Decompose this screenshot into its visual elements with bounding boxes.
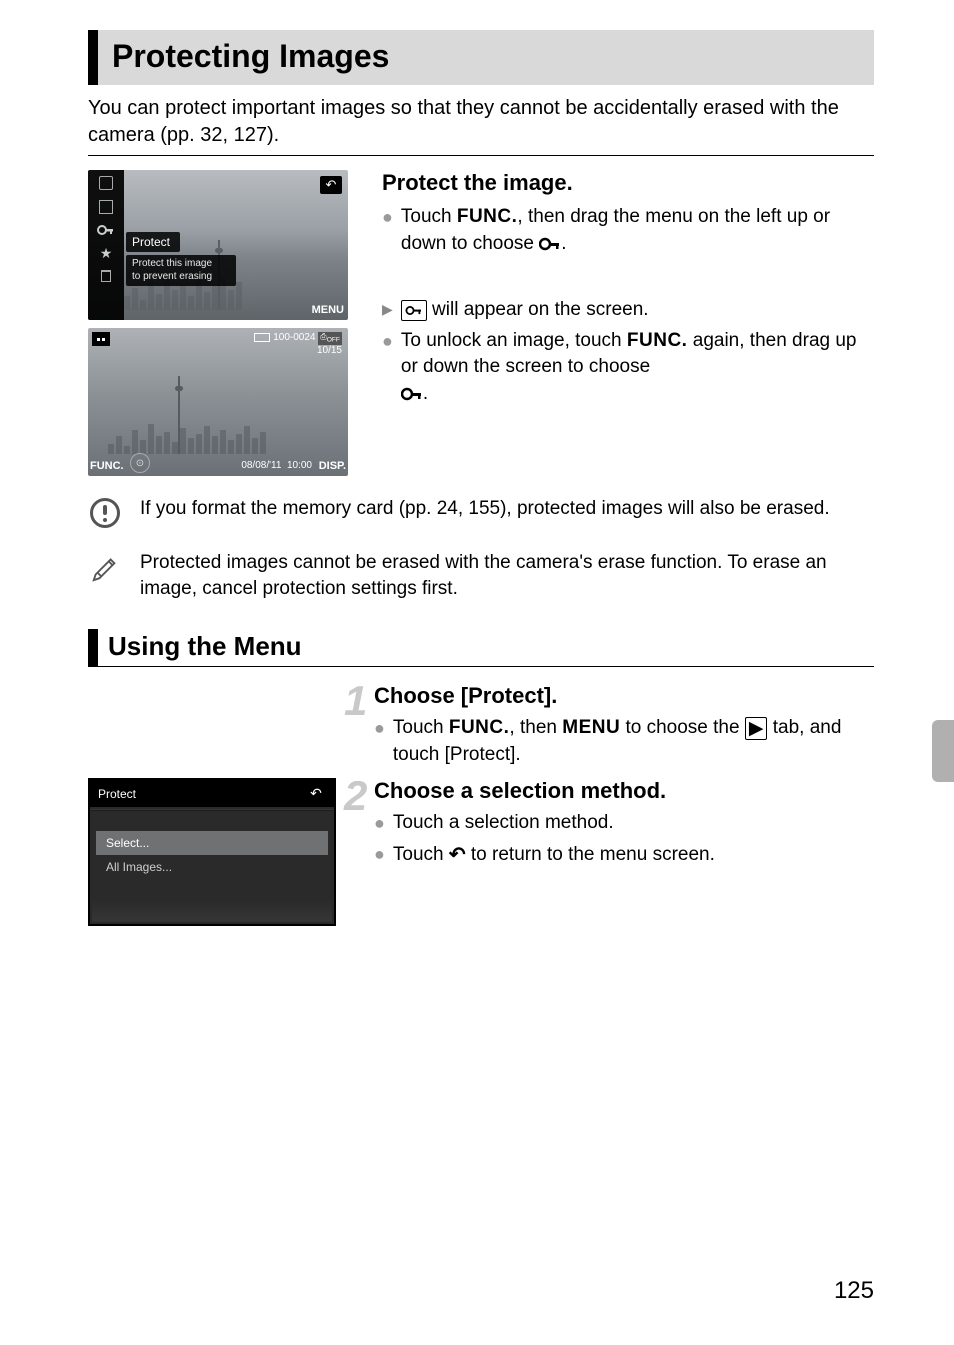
page-title: Protecting Images <box>112 38 860 75</box>
warning-callout: If you format the memory card (pp. 24, 1… <box>88 496 874 530</box>
bullet-dot-icon: ● <box>374 810 385 837</box>
datetime-overlay: 08/08/'11 10:00 <box>241 460 312 471</box>
playback-tab-icon: ▶ <box>745 717 768 740</box>
screenshot-column: ★ ↶ Protect Protect this imageto prevent… <box>88 170 348 476</box>
return-icon: ↶ <box>320 176 342 194</box>
loff-indicator: ⎙OFF <box>318 332 342 345</box>
protected-badge-icon: ⊙ <box>130 453 150 473</box>
instruction-bullet: ● Touch FUNC., then drag the menu on the… <box>382 204 874 257</box>
bullet-dot-icon: ● <box>382 204 393 257</box>
protect-menu-title: Protect <box>98 787 136 801</box>
overview-icon <box>99 176 113 190</box>
trash-icon <box>101 270 111 282</box>
disp-button-label: DISP. <box>319 460 346 472</box>
protect-key-icon <box>97 224 115 236</box>
return-icon: ↶ <box>306 785 326 802</box>
step-number-2: 2 <box>344 772 367 820</box>
instruction-text: Touch FUNC., then MENU to choose the ▶ t… <box>393 715 874 768</box>
instruction-text: Touch FUNC., then drag the menu on the l… <box>401 204 874 257</box>
playback-info-overlay: 100-0024 ⎙OFF 10/15 <box>254 332 342 357</box>
folder-file-number: 100-0024 <box>273 332 315 343</box>
protect-key-icon <box>539 237 561 251</box>
step2-content: 2 Choose a selection method. ● Touch a s… <box>374 778 874 873</box>
instruction-bullet: ● To unlock an image, touch FUNC. again,… <box>382 328 874 408</box>
protect-tooltip: Protect Protect this imageto prevent era… <box>126 232 236 286</box>
func-label: FUNC. <box>449 717 510 738</box>
instruction-bullet: ● Touch a selection method. <box>374 810 874 837</box>
note-pencil-icon <box>88 550 122 584</box>
menu-button-label: MENU <box>312 304 344 316</box>
image-index: 10/15 <box>317 345 342 356</box>
return-arrow-icon: ↶ <box>449 841 466 869</box>
instruction-bullet: ● Touch FUNC., then MENU to choose the ▶… <box>374 715 874 768</box>
screenshot-playback: 100-0024 ⎙OFF 10/15 FUNC. ⊙ 08/08/'11 10… <box>88 328 348 476</box>
protect-option-select: Select... <box>96 831 328 855</box>
func-label: FUNC. <box>457 206 518 227</box>
separator <box>88 155 874 156</box>
step2-left: Protect ↶ Select... All Images... <box>88 778 348 926</box>
bullet-dot-icon: ● <box>374 841 385 869</box>
protect-key-boxed-icon <box>401 300 427 321</box>
result-arrow-icon: ▶ <box>382 297 393 324</box>
step1-heading: Choose [Protect]. <box>374 683 874 709</box>
page-number: 125 <box>834 1277 874 1305</box>
instruction-column: Protect the image. ● Touch FUNC., then d… <box>382 170 874 476</box>
func-button-label: FUNC. <box>90 460 124 472</box>
bullet-dot-icon: ● <box>382 328 393 408</box>
instruction-text: To unlock an image, touch FUNC. again, t… <box>401 328 874 408</box>
bullet-dot-icon: ● <box>374 715 385 768</box>
instruction-result: ▶ will appear on the screen. <box>382 297 874 324</box>
warning-icon <box>88 496 122 530</box>
func-label: FUNC. <box>627 330 688 351</box>
protect-tooltip-sub: Protect this imageto prevent erasing <box>126 255 236 286</box>
step2-heading: Choose a selection method. <box>374 778 874 804</box>
section-heading-using-menu: Using the Menu <box>88 629 874 667</box>
step-heading-protect: Protect the image. <box>382 170 874 196</box>
step1-content: 1 Choose [Protect]. ● Touch FUNC., then … <box>374 683 874 772</box>
step-number-1: 1 <box>344 677 367 725</box>
screenshot-protect-menu: Protect ↶ Select... All Images... <box>88 778 336 926</box>
menu-label: MENU <box>562 717 620 738</box>
favorite-star-icon: ★ <box>100 246 113 260</box>
func-menu-sidebar: ★ <box>88 170 124 320</box>
index-view-icon <box>92 332 110 346</box>
warning-text: If you format the memory card (pp. 24, 1… <box>140 496 874 522</box>
note-text: Protected images cannot be erased with t… <box>140 550 874 601</box>
protect-tooltip-title: Protect <box>126 232 180 252</box>
side-tab <box>932 720 954 782</box>
intro-paragraph: You can protect important images so that… <box>88 95 874 149</box>
protect-option-all-images: All Images... <box>96 855 328 879</box>
note-callout: Protected images cannot be erased with t… <box>88 550 874 601</box>
instruction-text: Touch ↶ to return to the menu screen. <box>393 841 715 869</box>
instruction-text: will appear on the screen. <box>401 297 649 324</box>
page-title-bar: Protecting Images <box>88 30 874 85</box>
instruction-text: Touch a selection method. <box>393 810 614 837</box>
instruction-bullet: ● Touch ↶ to return to the menu screen. <box>374 841 874 869</box>
print-icon <box>99 200 113 214</box>
screenshot-func-menu: ★ ↶ Protect Protect this imageto prevent… <box>88 170 348 320</box>
protect-key-icon <box>401 387 423 401</box>
battery-icon <box>254 333 270 342</box>
